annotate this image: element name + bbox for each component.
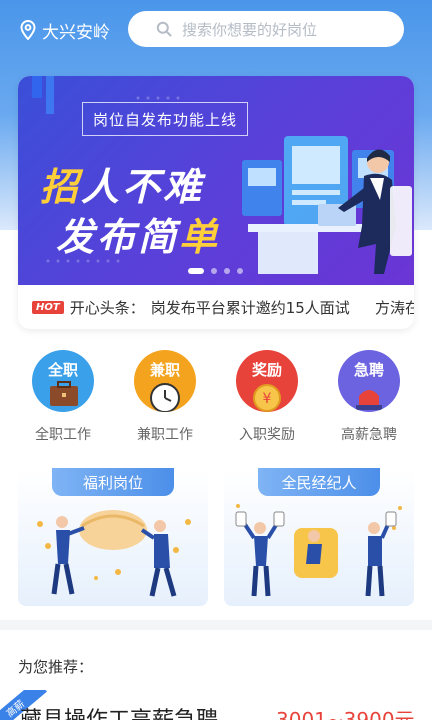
- banner-card: 岗位自发布功能上线 招人不难 发布简单 HOT 开心头条： 岗发布平台累计邀约1…: [18, 76, 414, 329]
- job-salary: 3001~3900元: [276, 708, 415, 720]
- category-reward-label: 入职奖励: [239, 427, 295, 443]
- hot-badge: HOT: [32, 300, 64, 314]
- carousel-dot[interactable]: [224, 268, 230, 274]
- banner-headline-2: 发布简单: [56, 206, 220, 261]
- banner-badge: 岗位自发布功能上线: [82, 102, 248, 136]
- category-parttime-label: 兼职工作: [137, 427, 193, 443]
- category-urgent[interactable]: 急聘 高薪急聘: [324, 350, 414, 444]
- banner-headline-1: 招人不难: [40, 156, 204, 211]
- job-title: 藏县操作工高薪急聘: [20, 702, 218, 720]
- banner-headline-1-rest: 人不难: [81, 165, 205, 209]
- category-parttime[interactable]: 兼职 兼职工作: [120, 350, 210, 444]
- agent-card[interactable]: 全民经纪人: [224, 468, 414, 606]
- section-divider: [0, 620, 432, 630]
- search-icon: [156, 21, 172, 37]
- job-list-item[interactable]: 高薪 藏县操作工高薪急聘 3001~3900元: [0, 690, 432, 720]
- clock-icon: [150, 383, 180, 412]
- banner-headline-1-highlight: 招: [40, 165, 82, 209]
- news-text: 岗发布平台累计邀约15人面试: [150, 298, 350, 317]
- recommend-heading: 为您推荐：: [18, 658, 94, 676]
- reward-icon: 奖励 ¥: [236, 350, 298, 412]
- coin-icon: ¥: [253, 384, 281, 412]
- alarm-light-icon: [356, 390, 382, 410]
- carousel-dot[interactable]: [237, 268, 243, 274]
- carousel-indicator[interactable]: [188, 268, 243, 274]
- parttime-icon: 兼职: [134, 350, 196, 412]
- news-next-text: 方涛在: [374, 298, 414, 317]
- category-grid: 全职 全职工作 兼职 兼职工作 奖励 ¥ 入职奖励 急聘 高薪急聘: [0, 350, 432, 450]
- search-placeholder: 搜索你想要的好岗位: [182, 20, 318, 39]
- category-reward[interactable]: 奖励 ¥ 入职奖励: [222, 350, 312, 444]
- location-pin-icon: [20, 20, 36, 40]
- banner-headline-2-highlight: 单: [179, 215, 221, 259]
- urgent-icon: 急聘: [338, 350, 400, 412]
- news-prefix: 开心头条：: [69, 298, 145, 317]
- category-fulltime-label: 全职工作: [35, 427, 91, 443]
- fulltime-icon: 全职: [32, 350, 94, 412]
- category-fulltime[interactable]: 全职 全职工作: [18, 350, 108, 444]
- banner-headline-2-rest: 发布简: [56, 215, 180, 259]
- carousel-dot-active[interactable]: [188, 268, 204, 274]
- briefcase-icon: [50, 381, 78, 406]
- promo-banner[interactable]: 岗位自发布功能上线 招人不难 发布简单: [18, 76, 414, 285]
- agent-illustration: [235, 504, 402, 597]
- location-label: 大兴安岭: [42, 22, 110, 43]
- category-urgent-label: 高薪急聘: [341, 427, 397, 443]
- carousel-dot[interactable]: [211, 268, 217, 274]
- welfare-jobs-card[interactable]: 福利岗位: [18, 468, 208, 606]
- location-selector[interactable]: 大兴安岭: [20, 17, 110, 43]
- welfare-illustration: [37, 510, 191, 597]
- search-input[interactable]: 搜索你想要的好岗位: [128, 11, 404, 47]
- news-ticker[interactable]: HOT 开心头条： 岗发布平台累计邀约15人面试 方涛在: [18, 285, 414, 329]
- svg-text:¥: ¥: [263, 391, 272, 407]
